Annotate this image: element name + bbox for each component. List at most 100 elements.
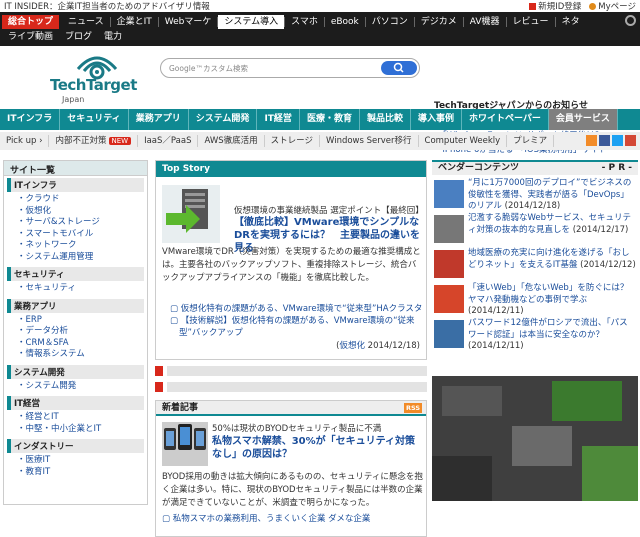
nav-item-5[interactable]: スマホ bbox=[285, 15, 324, 29]
vendor-item[interactable]: パスワード12億件がロシアで流出、「パスワード認証」は本当に安全なのか？ (20… bbox=[432, 315, 638, 351]
pickup-item-5[interactable]: Computer Weekly bbox=[419, 135, 508, 147]
vendor-text[interactable]: “月に1万7000回のデプロイ”でビジネスの俊敏性を獲得、実践者が語る「DevO… bbox=[468, 178, 636, 211]
mypage-link[interactable]: Myページ bbox=[589, 0, 636, 12]
pickup-item-1[interactable]: IaaS／PaaS bbox=[138, 135, 199, 147]
nav-item-11[interactable]: ネタ bbox=[556, 15, 586, 29]
nav-item-7[interactable]: パソコン bbox=[366, 15, 414, 29]
sidebar-section-title[interactable]: ITインフラ bbox=[7, 178, 144, 192]
sidebar-item[interactable]: 医療IT bbox=[17, 455, 144, 467]
story-related-link[interactable]: ▢ 仮想化特有の課題がある、VMware環境で“従来型”HAクラスタ bbox=[170, 303, 424, 315]
server-illustration[interactable] bbox=[162, 185, 220, 243]
sidebar-item[interactable]: CRM＆SFA bbox=[17, 338, 144, 350]
nav-item-10[interactable]: レビュー bbox=[507, 15, 555, 29]
vendor-text[interactable]: 地域医療の充実に向け進化を遂げる「おしどりネット」を支えるIT基盤 (2014/… bbox=[468, 248, 636, 277]
pickup-item-4[interactable]: Windows Server移行 bbox=[320, 135, 419, 147]
category-tab-0[interactable]: ITインフラ bbox=[0, 109, 61, 130]
nav-item-0[interactable]: 総合トップ bbox=[2, 14, 60, 29]
nav-item-6[interactable]: eBook bbox=[325, 15, 365, 29]
vendor-thumbnail bbox=[434, 320, 464, 348]
pickup-item-0[interactable]: 内部不正対策 NEW bbox=[49, 135, 139, 147]
vendor-date: (2014/12/18) bbox=[504, 201, 561, 211]
vendor-date: (2014/12/17) bbox=[572, 224, 629, 235]
sidebar-section-title[interactable]: インダストリー bbox=[7, 439, 144, 453]
category-tab-4[interactable]: IT経営 bbox=[257, 109, 300, 130]
vendor-item[interactable]: “月に1万7000回のデプロイ”でビジネスの俊敏性を獲得、実践者が語る「DevO… bbox=[432, 175, 638, 211]
category-tab-1[interactable]: セキュリティ bbox=[60, 109, 129, 130]
vendor-content: ベンダーコンテンツ - P R - “月に1万7000回のデプロイ”でビジネスの俊… bbox=[432, 160, 638, 351]
vendor-thumbnail bbox=[434, 285, 464, 313]
search-icon[interactable] bbox=[625, 15, 636, 26]
nav-item-1[interactable]: ニュース bbox=[62, 15, 110, 29]
blurred-banner[interactable] bbox=[432, 376, 638, 501]
sidebar-item[interactable]: システム開発 bbox=[17, 381, 144, 393]
pickup-item-3[interactable]: ストレージ bbox=[265, 135, 320, 147]
sidebar-section-title[interactable]: 業務アプリ bbox=[7, 298, 144, 313]
search-box[interactable]: Google™カスタム検索 bbox=[160, 58, 420, 78]
vendor-date: (2014/12/11) bbox=[468, 306, 524, 316]
nav-item-2[interactable]: 企業とIT bbox=[111, 15, 158, 29]
sidebar-item[interactable]: クラウド bbox=[17, 194, 144, 206]
article-headline[interactable]: 私物スマホ解禁、30%が「セキュリティ対策なし」の原因は？ bbox=[212, 435, 422, 461]
rss-button[interactable]: RSS bbox=[404, 403, 422, 413]
vendor-text[interactable]: 「速いWeb」「危ないWeb」を防ぐには？ ヤマハ発動機などの事例で学ぶ (20… bbox=[468, 283, 637, 316]
nav-row2-item-0[interactable]: ライブ動画 bbox=[2, 30, 59, 44]
category-tab-3[interactable]: システム開発 bbox=[189, 109, 258, 130]
vendor-date: (2014/12/12) bbox=[580, 259, 636, 270]
vendor-item[interactable]: 「速いWeb」「危ないWeb」を防ぐには？ ヤマハ発動機などの事例で学ぶ (20… bbox=[432, 280, 638, 316]
sidebar-item[interactable]: セキュリティ bbox=[17, 283, 144, 295]
sidebar-item[interactable]: ERP bbox=[17, 315, 144, 327]
sidebar-item[interactable]: スマートモバイル bbox=[17, 229, 144, 241]
sidebar-item[interactable]: 経営とIT bbox=[17, 412, 144, 424]
sidebar-item[interactable]: サーバ&ストレージ bbox=[17, 217, 144, 229]
nav-item-8[interactable]: デジカメ bbox=[415, 15, 463, 29]
sidebar-item[interactable]: 情報系システム bbox=[17, 349, 144, 361]
nav-row2-item-2[interactable]: 電力 bbox=[98, 30, 128, 44]
category-tab-6[interactable]: 製品比較 bbox=[360, 109, 411, 130]
category-tab-9[interactable]: 会員サービス bbox=[548, 109, 618, 130]
vendor-thumbnail bbox=[434, 250, 464, 278]
sidebar-item[interactable]: 中堅・中小企業とIT bbox=[17, 424, 144, 436]
article-related-link[interactable]: ▢ 私物スマホの業務利用、うまくいく企業 ダメな企業 bbox=[162, 512, 370, 524]
vendor-text[interactable]: パスワード12億件がロシアで流出、「パスワード認証」は本当に安全なのか？ (20… bbox=[468, 318, 636, 351]
nav-item-3[interactable]: Webマーケ bbox=[159, 15, 218, 29]
sidebar-section-title[interactable]: セキュリティ bbox=[7, 267, 144, 281]
sidebar-section-title[interactable]: システム開発 bbox=[7, 364, 144, 379]
sidebar-item[interactable]: ネットワーク bbox=[17, 240, 144, 252]
sidebar-item[interactable]: システム運用管理 bbox=[17, 252, 144, 264]
vendor-item[interactable]: 氾濫する脆弱なWebサービス、セキュリティ対策の抜本的な見直しを (2014/1… bbox=[432, 210, 638, 245]
ad-icon bbox=[155, 382, 163, 392]
rss-icon[interactable] bbox=[586, 135, 597, 146]
sidebar-section-title[interactable]: IT経営 bbox=[7, 396, 144, 410]
nav-item-9[interactable]: AV機器 bbox=[464, 15, 506, 29]
sidebar-item[interactable]: データ分析 bbox=[17, 326, 144, 338]
story-description: VMware環境でDR（災害対策）を実現するための最適な推奨構成とは。主要各社の… bbox=[162, 247, 421, 283]
vendor-header: ベンダーコンテンツ - P R - bbox=[432, 160, 638, 175]
sidebar-section: システム開発システム開発 bbox=[7, 364, 144, 395]
category-tab-8[interactable]: ホワイトペーパー bbox=[462, 109, 549, 130]
ad-icon bbox=[155, 366, 163, 376]
nav-item-4[interactable]: システム導入 bbox=[218, 14, 285, 29]
category-tab-7[interactable]: 導入事例 bbox=[411, 109, 462, 130]
search-input[interactable]: Google™カスタム検索 bbox=[169, 63, 248, 74]
pickup-item-6[interactable]: プレミア bbox=[507, 135, 555, 147]
googleplus-icon[interactable] bbox=[625, 135, 636, 146]
register-link[interactable]: 新規ID登録 bbox=[529, 0, 581, 12]
sidebar-title: サイト一覧 bbox=[4, 161, 147, 176]
sidebar-item[interactable]: 仮想化 bbox=[17, 206, 144, 218]
smartphones-image[interactable] bbox=[162, 422, 208, 466]
facebook-icon[interactable] bbox=[599, 135, 610, 146]
techtarget-logo[interactable]: TechTarget Japan bbox=[50, 53, 140, 105]
category-tab-5[interactable]: 医療・教育 bbox=[300, 109, 360, 130]
twitter-icon[interactable] bbox=[612, 135, 623, 146]
vendor-text[interactable]: 氾濫する脆弱なWebサービス、セキュリティ対策の抜本的な見直しを (2014/1… bbox=[468, 213, 636, 242]
story-related-link[interactable]: ▢ 【技術解説】仮想化特有の課題がある、VMware環境の“従来型”バックアップ bbox=[170, 315, 424, 339]
server-arrow-icon bbox=[166, 189, 208, 233]
nav-row2-item-1[interactable]: ブログ bbox=[59, 30, 98, 44]
story-site-link[interactable]: 仮想化 bbox=[339, 341, 365, 351]
category-tab-2[interactable]: 業務アプリ bbox=[129, 109, 189, 130]
pickup-item-2[interactable]: AWS徹底活用 bbox=[198, 135, 265, 147]
search-button[interactable] bbox=[381, 61, 417, 75]
sidebar-section: インダストリー医療IT教育IT bbox=[7, 439, 144, 480]
vendor-item[interactable]: 地域医療の充実に向け進化を遂げる「おしどりネット」を支えるIT基盤 (2014/… bbox=[432, 245, 638, 280]
sidebar-item[interactable]: 教育IT bbox=[17, 467, 144, 479]
